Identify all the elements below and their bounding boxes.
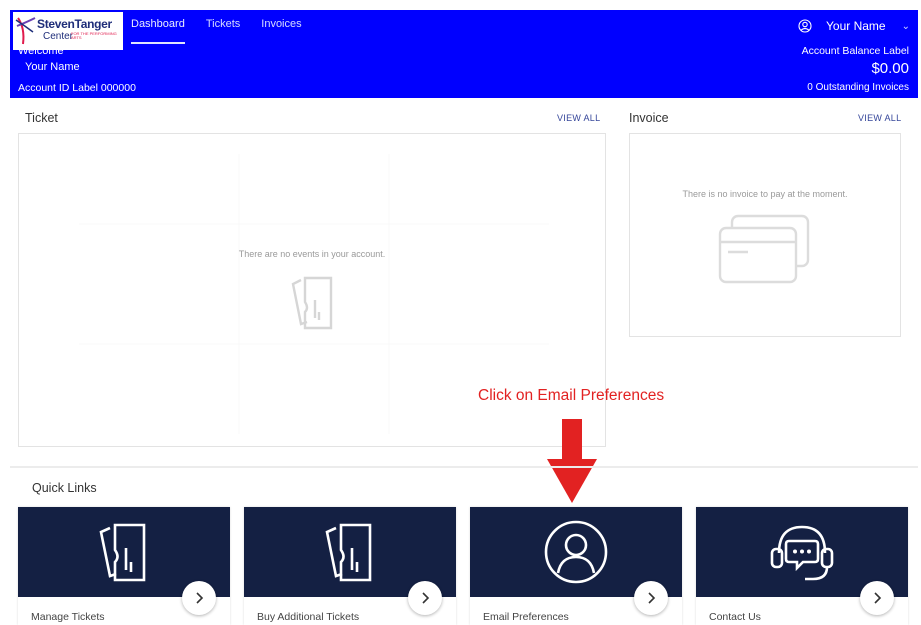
account-holder-name: Your Name [25, 61, 80, 73]
ticket-section-title: Ticket [25, 111, 58, 125]
quick-link-buy-additional-tickets[interactable]: Buy Additional Tickets [244, 507, 456, 625]
welcome-text: Welcome [18, 45, 64, 57]
quick-link-email-preferences[interactable]: Email Preferences [470, 507, 682, 625]
user-circle-icon [544, 520, 608, 584]
chevron-down-icon: ⌄ [901, 20, 910, 32]
logo-text-secondary: Center [43, 31, 74, 42]
main-nav: Dashboard Tickets Invoices [131, 18, 302, 44]
card-label: Manage Tickets [31, 611, 105, 623]
headset-chat-icon [770, 525, 834, 581]
invoice-section-title: Invoice [629, 111, 669, 125]
arrow-down-icon [547, 419, 597, 503]
card-label: Email Preferences [483, 611, 569, 623]
user-name: Your Name [826, 19, 886, 33]
logo-text-tagline: FOR THE PERFORMING ARTS [71, 31, 117, 40]
chevron-right-icon[interactable] [182, 581, 216, 615]
card-label: Buy Additional Tickets [257, 611, 360, 623]
logo-text-primary: StevenTanger [37, 17, 112, 31]
logo-mark-icon [15, 17, 36, 45]
ticket-icon [325, 523, 372, 582]
ticket-view-all-link[interactable]: VIEW ALL [557, 113, 600, 123]
balance-label: Account Balance Label [801, 45, 909, 57]
nav-invoices[interactable]: Invoices [261, 18, 301, 30]
credit-card-icon [718, 214, 810, 284]
nav-tickets[interactable]: Tickets [206, 18, 240, 30]
quick-link-contact-us[interactable]: Contact Us [696, 507, 908, 625]
invoice-panel: There is no invoice to pay at the moment… [629, 133, 901, 337]
section-divider [10, 466, 918, 468]
quick-link-manage-tickets[interactable]: Manage Tickets [18, 507, 230, 625]
user-menu[interactable]: Your Name ⌄ [798, 19, 910, 33]
invoice-empty-message: There is no invoice to pay at the moment… [682, 189, 848, 199]
chevron-right-icon[interactable] [408, 581, 442, 615]
user-circle-icon [798, 19, 812, 33]
ticket-icon [291, 276, 333, 330]
invoice-view-all-link[interactable]: VIEW ALL [858, 113, 901, 123]
ticket-empty-message: There are no events in your account. [238, 249, 386, 259]
ticket-icon [99, 523, 146, 582]
account-id: Account ID Label 000000 [18, 82, 136, 94]
balance-amount: $0.00 [871, 60, 909, 77]
instruction-annotation: Click on Email Preferences [478, 387, 665, 404]
top-header: StevenTanger Center FOR THE PERFORMING A… [10, 10, 918, 98]
outstanding-invoices[interactable]: 0 Outstanding Invoices [807, 82, 909, 93]
chevron-right-icon[interactable] [634, 581, 668, 615]
chevron-right-icon[interactable] [860, 581, 894, 615]
nav-dashboard[interactable]: Dashboard [131, 18, 185, 44]
quick-links-title: Quick Links [32, 481, 97, 495]
card-label: Contact Us [709, 611, 761, 623]
